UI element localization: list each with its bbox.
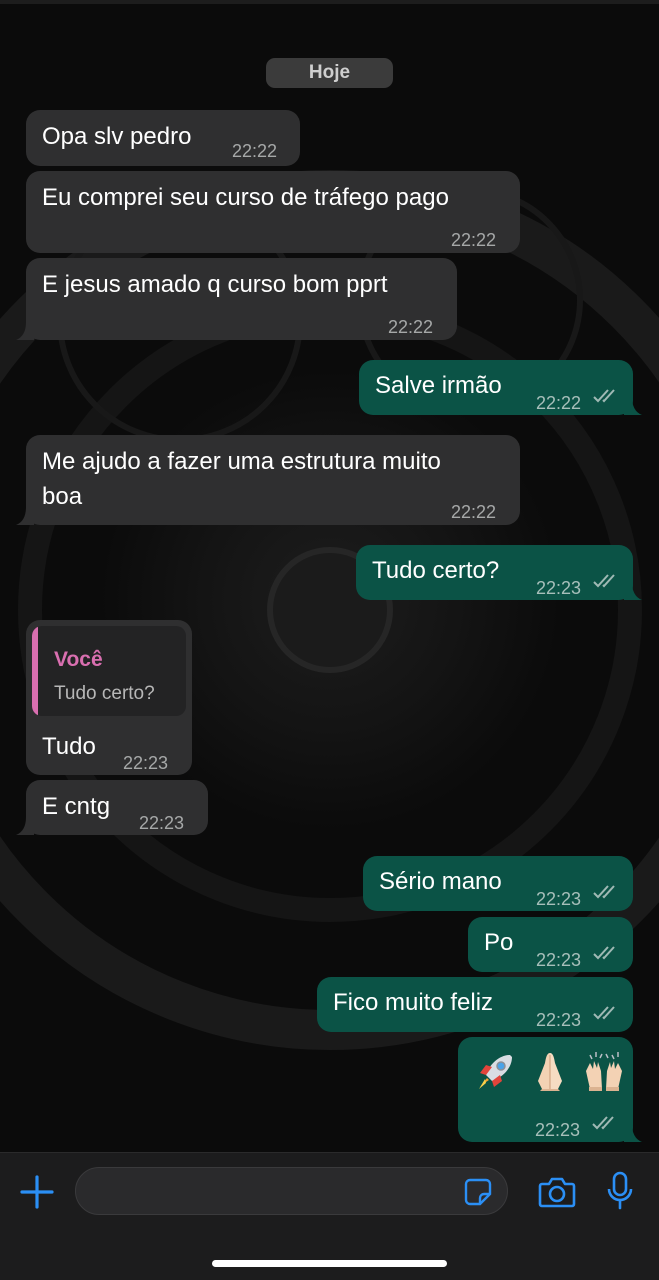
message-incoming[interactable]: Opa slv pedro 22:22 (26, 110, 300, 166)
message-text: Me ajudo a fazer uma estrutura muito (42, 448, 441, 475)
message-time: 22:22 (232, 141, 278, 161)
message-time: 22:23 (536, 950, 582, 970)
microphone-icon[interactable] (606, 1171, 634, 1211)
message-outgoing[interactable]: Sério mano 22:23 (363, 856, 633, 911)
raising-hands-icon (586, 1052, 622, 1091)
message-input-field[interactable] (75, 1167, 508, 1215)
message-time: 22:23 (536, 578, 582, 598)
quote-author: Você (54, 648, 103, 671)
message-incoming[interactable]: E cntg 22:23 (26, 780, 208, 835)
message-incoming-reply[interactable]: Você Tudo certo? Tudo 22:23 (26, 620, 192, 775)
message-input[interactable] (92, 1176, 456, 1208)
message-text: Sério mano (379, 868, 502, 895)
date-separator: Hoje (266, 58, 393, 88)
message-incoming[interactable]: Me ajudo a fazer uma estrutura muito boa… (26, 435, 520, 525)
read-receipt-icon (593, 574, 615, 588)
message-text: boa (42, 483, 83, 510)
bubble-tail (624, 1124, 642, 1142)
rocket-icon (479, 1055, 512, 1089)
message-time: 22:23 (535, 1120, 581, 1140)
folded-hands-icon (538, 1053, 562, 1091)
message-incoming[interactable]: Eu comprei seu curso de tráfego pago 22:… (26, 171, 520, 253)
message-list[interactable]: Hoje Opa slv pedro 22:22 Eu comprei seu … (0, 0, 659, 1152)
plus-icon[interactable] (18, 1173, 56, 1211)
message-time: 22:23 (123, 753, 169, 773)
message-incoming[interactable]: E jesus amado q curso bom pprt 22:22 (26, 258, 457, 340)
read-receipt-icon (593, 885, 615, 899)
message-outgoing[interactable]: Tudo certo? 22:23 (356, 545, 633, 600)
message-text: Opa slv pedro (42, 123, 192, 150)
read-receipt-icon (592, 1116, 614, 1130)
sticker-icon[interactable] (463, 1177, 493, 1207)
message-text: E cntg (42, 793, 111, 820)
message-text: Salve irmão (375, 372, 502, 399)
chat-screen: Hoje Opa slv pedro 22:22 Eu comprei seu … (0, 0, 659, 1280)
message-outgoing[interactable]: Fico muito feliz 22:23 (317, 977, 633, 1032)
message-outgoing-emoji[interactable]: 22:23 (458, 1037, 633, 1142)
camera-icon[interactable] (538, 1175, 576, 1209)
message-outgoing[interactable]: Salve irmão 22:22 (359, 360, 633, 415)
message-text: Tudo (42, 733, 96, 760)
bubble-tail (624, 397, 642, 415)
home-indicator[interactable] (212, 1260, 447, 1267)
message-time: 22:23 (139, 813, 185, 833)
read-receipt-icon (593, 389, 615, 403)
message-time: 22:23 (536, 1010, 582, 1030)
message-text: Eu comprei seu curso de tráfego pago (42, 184, 449, 211)
message-time: 22:22 (451, 230, 497, 250)
message-outgoing[interactable]: Po 22:23 (468, 917, 633, 972)
bubble-tail (16, 817, 34, 835)
message-text: Tudo certo? (372, 557, 500, 584)
read-receipt-icon (593, 946, 615, 960)
message-text: Fico muito feliz (333, 989, 494, 1016)
composer-bar (0, 1152, 659, 1280)
message-time: 22:22 (536, 393, 582, 413)
message-time: 22:22 (451, 502, 497, 522)
message-time: 22:23 (536, 889, 582, 909)
quote-text: Tudo certo? (54, 683, 155, 704)
message-text: E jesus amado q curso bom pprt (42, 271, 388, 298)
quoted-message[interactable]: Você Tudo certo? (32, 626, 186, 716)
quote-bar (32, 626, 38, 716)
message-time: 22:22 (388, 317, 434, 337)
read-receipt-icon (593, 1006, 615, 1020)
message-text: Po (484, 929, 514, 956)
emoji-row (474, 1049, 626, 1093)
bubble-tail (624, 582, 642, 600)
bubble-tail (16, 322, 34, 340)
bubble-tail (16, 507, 34, 525)
